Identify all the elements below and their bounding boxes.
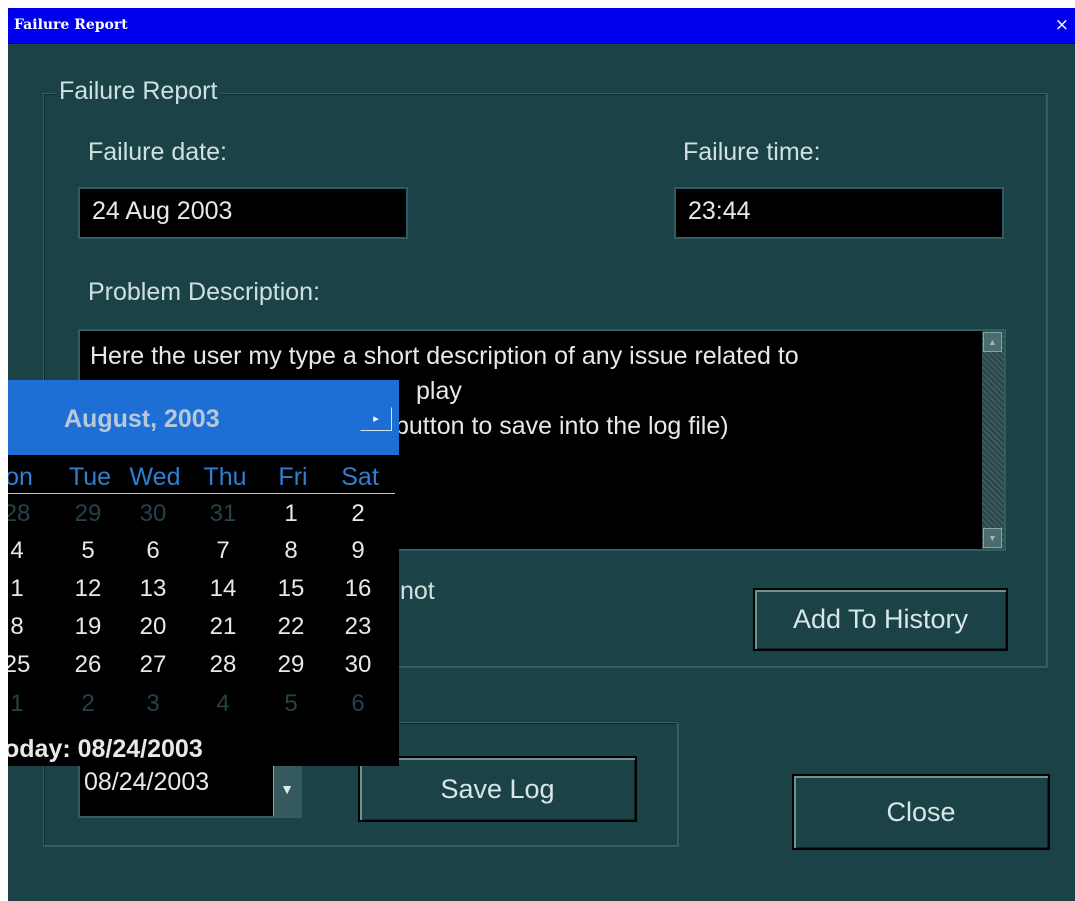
calendar-today-label[interactable]: oday: 08/24/2003 xyxy=(8,735,203,764)
save-log-button[interactable]: Save Log xyxy=(358,756,637,822)
calendar-day[interactable]: 29 xyxy=(63,500,113,528)
calendar-day[interactable]: 19 xyxy=(63,613,113,641)
calendar-divider xyxy=(8,493,395,494)
calendar-day[interactable]: 6 xyxy=(128,537,178,565)
weekday-header: Sat xyxy=(341,463,379,491)
failure-time-label: Failure time: xyxy=(683,138,821,166)
calendar-day[interactable]: 27 xyxy=(128,651,178,679)
log-date-value: 08/24/2003 xyxy=(84,768,210,796)
description-scrollbar[interactable]: ▲ ▼ xyxy=(982,331,1004,549)
calendar-day[interactable]: 6 xyxy=(333,690,383,718)
log-date-combo[interactable]: 08/24/2003 ▼ xyxy=(78,760,302,818)
calendar-day[interactable]: 13 xyxy=(128,575,178,603)
calendar-day[interactable]: 4 xyxy=(8,537,42,565)
combo-dropdown-icon[interactable]: ▼ xyxy=(273,762,300,816)
calendar-month-label: August, 2003 xyxy=(64,405,220,433)
partial-checkbox-label: not xyxy=(400,577,435,605)
calendar-day[interactable]: 5 xyxy=(266,690,316,718)
failure-date-label: Failure date: xyxy=(88,138,227,166)
failure-time-field[interactable]: 23:44 xyxy=(674,187,1004,239)
calendar-day[interactable]: 1 xyxy=(8,575,42,603)
calendar-day[interactable]: 5 xyxy=(63,537,113,565)
failure-date-field[interactable]: 24 Aug 2003 xyxy=(78,187,408,239)
calendar-day[interactable]: 8 xyxy=(266,537,316,565)
calendar-day[interactable]: 25 xyxy=(8,651,42,679)
calendar-day[interactable]: 20 xyxy=(128,613,178,641)
calendar-day[interactable]: 30 xyxy=(333,651,383,679)
failure-report-window: Failure Report × Failure Report Failure … xyxy=(8,8,1075,901)
weekday-header: on xyxy=(8,463,33,491)
calendar-day[interactable]: 31 xyxy=(198,500,248,528)
calendar-day[interactable]: 12 xyxy=(63,575,113,603)
calendar-day[interactable]: 21 xyxy=(198,613,248,641)
window-close-icon[interactable]: × xyxy=(1055,15,1069,35)
calendar-day[interactable]: 15 xyxy=(266,575,316,603)
calendar-day[interactable]: 26 xyxy=(63,651,113,679)
calendar-day[interactable]: 23 xyxy=(333,613,383,641)
title-bar: Failure Report × xyxy=(8,8,1075,44)
window-title: Failure Report xyxy=(14,17,128,33)
calendar-day[interactable]: 2 xyxy=(63,690,113,718)
calendar-day[interactable]: 7 xyxy=(198,537,248,565)
calendar-day[interactable]: 3 xyxy=(128,690,178,718)
calendar-day[interactable]: 4 xyxy=(198,690,248,718)
calendar-day[interactable]: 8 xyxy=(8,613,42,641)
calendar-day[interactable]: 1 xyxy=(266,500,316,528)
calendar-day[interactable]: 2 xyxy=(333,500,383,528)
calendar-day[interactable]: 28 xyxy=(198,651,248,679)
calendar-header: August, 2003 ▸ xyxy=(8,380,399,455)
calendar-day[interactable]: 30 xyxy=(128,500,178,528)
problem-description-label: Problem Description: xyxy=(88,278,321,306)
close-button[interactable]: Close xyxy=(792,774,1050,850)
weekday-header: Fri xyxy=(278,463,308,491)
weekday-header: Wed xyxy=(129,463,181,491)
failure-report-group-title: Failure Report xyxy=(55,77,222,106)
calendar-day[interactable]: 1 xyxy=(8,690,42,718)
add-to-history-button[interactable]: Add To History xyxy=(753,588,1008,651)
calendar-day[interactable]: 16 xyxy=(333,575,383,603)
calendar-day[interactable]: 28 xyxy=(8,500,42,528)
calendar-popup[interactable]: August, 2003 ▸ on Tue Wed Thu Fri Sat 28 29 30 31… xyxy=(8,380,399,766)
description-line: Here the user my type a short descriptio… xyxy=(90,342,799,370)
next-month-icon[interactable]: ▸ xyxy=(360,407,392,431)
calendar-day[interactable]: 29 xyxy=(266,651,316,679)
weekday-header: Thu xyxy=(203,463,247,491)
calendar-day[interactable]: 9 xyxy=(333,537,383,565)
scroll-down-icon[interactable]: ▼ xyxy=(983,528,1002,548)
scroll-up-icon[interactable]: ▲ xyxy=(983,332,1002,352)
calendar-day[interactable]: 22 xyxy=(266,613,316,641)
calendar-day[interactable]: 14 xyxy=(198,575,248,603)
weekday-header: Tue xyxy=(68,463,112,491)
